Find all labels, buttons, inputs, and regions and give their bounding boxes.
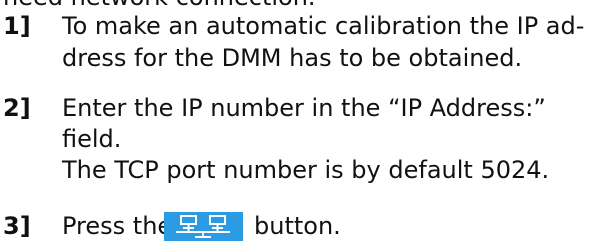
step-text-prefix: Press the <box>62 212 173 240</box>
step-text-line: dress for the DMM has to be obtained. <box>62 44 523 72</box>
network-connect-button[interactable] <box>164 212 243 241</box>
step-number: 2] <box>3 94 31 122</box>
step-number: 1] <box>3 12 31 40</box>
step-number: 3] <box>3 212 31 240</box>
step-text-suffix: button. <box>254 212 341 240</box>
step-text-line: The TCP port number is by default 5024. <box>62 156 550 184</box>
network-icon <box>176 215 230 238</box>
step-text-line: Enter the IP number in the “IP Address:” <box>62 94 546 122</box>
step-text-line: To make an automatic calibration the IP … <box>62 12 585 40</box>
step-text-line: field. <box>62 125 122 153</box>
